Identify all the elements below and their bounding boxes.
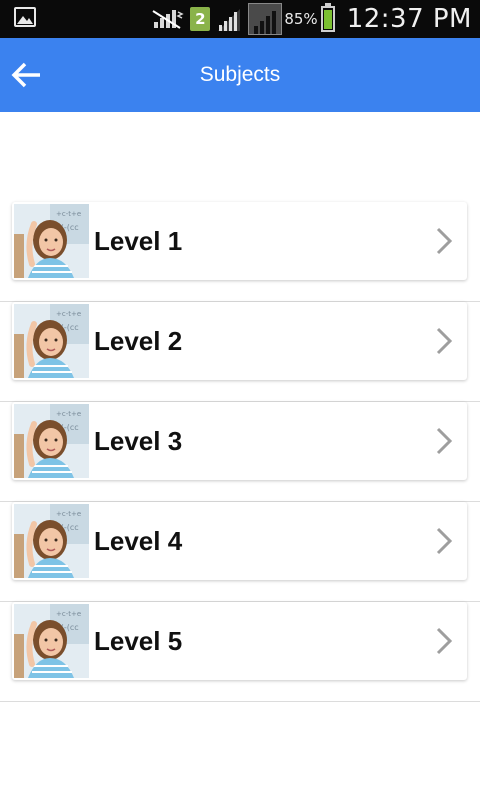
battery-percent: 85% <box>284 10 318 28</box>
status-bar: 2 85% 12:37 PM <box>0 0 480 38</box>
app-bar: Subjects <box>0 38 480 112</box>
svg-text:+c-t+e: +c-t+e <box>56 510 81 518</box>
no-signal-icon <box>152 8 185 30</box>
level-thumbnail: +c-t+e =(-(cc <box>14 404 89 478</box>
sim-slot-number: 2 <box>195 10 206 28</box>
battery-fill <box>323 10 332 29</box>
svg-text:+c-t+e: +c-t+e <box>56 210 81 218</box>
level-label: Level 5 <box>94 625 183 656</box>
level-card[interactable]: +c-t+e =(-(cc Level 4 <box>12 502 467 580</box>
chevron-right-icon <box>436 627 453 655</box>
list-item: +c-t+e =(-(cc Level 5 <box>0 602 480 702</box>
chevron-right-icon <box>436 327 453 355</box>
svg-text:+c-t+e: +c-t+e <box>56 410 81 418</box>
signal-icon <box>248 3 283 35</box>
chevron-right-icon <box>436 527 453 555</box>
chevron-right-icon <box>436 227 453 255</box>
level-thumbnail: +c-t+e =(-(cc <box>14 304 89 378</box>
battery-icon <box>320 3 335 32</box>
level-thumbnail: +c-t+e =(-(cc <box>14 504 89 578</box>
level-label: Level 4 <box>94 525 183 556</box>
sim-icon: 2 <box>190 7 211 31</box>
level-card[interactable]: +c-t+e =(-(cc Level 2 <box>12 302 467 380</box>
list-item: +c-t+e =(-(cc Level 3 <box>0 402 480 502</box>
level-thumbnail: +c-t+e =(-(cc <box>14 604 89 678</box>
list-item: +c-t+e =(-(cc Level 4 <box>0 502 480 602</box>
level-thumbnail: +c-t+e =(-(cc <box>14 204 89 278</box>
list-item: +c-t+e =(-(cc Level 1 <box>0 202 480 302</box>
chevron-right-icon <box>436 427 453 455</box>
clock: 12:37 PM <box>346 4 472 34</box>
level-label: Level 2 <box>94 325 183 356</box>
level-card[interactable]: +c-t+e =(-(cc Level 3 <box>12 402 467 480</box>
level-label: Level 1 <box>94 225 183 256</box>
level-card[interactable]: +c-t+e =(-(cc Level 5 <box>12 602 467 680</box>
list-item: +c-t+e =(-(cc Level 2 <box>0 302 480 402</box>
svg-text:+c-t+e: +c-t+e <box>56 310 81 318</box>
page-title: Subjects <box>199 63 281 86</box>
gallery-notification-icon <box>14 7 36 27</box>
level-label: Level 3 <box>94 425 183 456</box>
level-card[interactable]: +c-t+e =(-(cc Level 1 <box>12 202 467 280</box>
signal-icon <box>216 7 242 31</box>
svg-text:+c-t+e: +c-t+e <box>56 610 81 618</box>
